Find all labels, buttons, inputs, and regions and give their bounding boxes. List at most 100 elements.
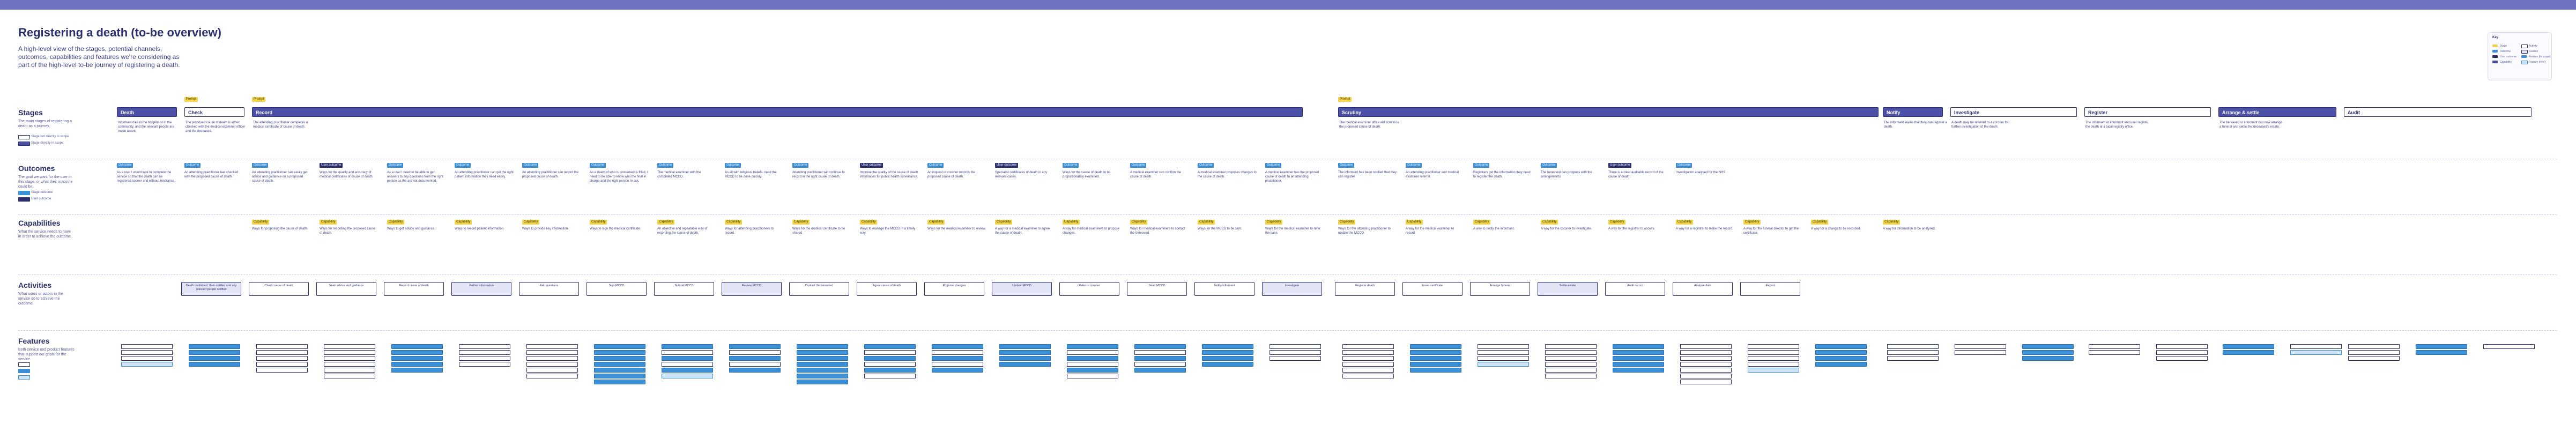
feature-item[interactable] xyxy=(1680,350,1732,355)
feature-item[interactable] xyxy=(1680,362,1732,367)
feature-item[interactable] xyxy=(1342,356,1394,361)
feature-item[interactable] xyxy=(1545,350,1597,355)
feature-item[interactable] xyxy=(2089,344,2140,349)
feature-item[interactable] xyxy=(662,368,713,373)
feature-item[interactable] xyxy=(1478,344,1529,349)
feature-item[interactable] xyxy=(864,344,916,349)
activity-card[interactable]: Review MCCD xyxy=(722,282,782,296)
activity-card[interactable]: Contact the bereaved xyxy=(789,282,849,296)
feature-item[interactable] xyxy=(1342,368,1394,373)
activity-card[interactable]: Agree cause of death xyxy=(857,282,917,296)
feature-item[interactable] xyxy=(1613,362,1664,367)
feature-item[interactable] xyxy=(594,344,645,349)
feature-item[interactable] xyxy=(797,368,848,373)
feature-item[interactable] xyxy=(797,344,848,349)
feature-item[interactable] xyxy=(324,374,375,378)
activity-card[interactable]: Refer to coroner xyxy=(1059,282,1119,296)
feature-item[interactable] xyxy=(1748,344,1799,349)
feature-item[interactable] xyxy=(1680,368,1732,373)
feature-item[interactable] xyxy=(1545,374,1597,378)
activity-card[interactable]: Notify informant xyxy=(1194,282,1254,296)
feature-item[interactable] xyxy=(932,350,983,355)
feature-item[interactable] xyxy=(324,368,375,373)
feature-item[interactable] xyxy=(1410,356,1461,361)
feature-item[interactable] xyxy=(1545,344,1597,349)
feature-item[interactable] xyxy=(526,368,578,373)
feature-item[interactable] xyxy=(256,344,308,349)
feature-item[interactable] xyxy=(662,362,713,367)
feature-item[interactable] xyxy=(864,350,916,355)
activity-card[interactable]: Submit MCCD xyxy=(654,282,714,296)
feature-item[interactable] xyxy=(1270,350,1321,355)
feature-item[interactable] xyxy=(594,350,645,355)
feature-item[interactable] xyxy=(1545,362,1597,367)
feature-item[interactable] xyxy=(1613,368,1664,373)
feature-item[interactable] xyxy=(2348,344,2400,349)
feature-item[interactable] xyxy=(797,350,848,355)
feature-item[interactable] xyxy=(662,356,713,361)
activity-card[interactable]: Analyse data xyxy=(1673,282,1733,296)
feature-item[interactable] xyxy=(2156,350,2208,355)
feature-item[interactable] xyxy=(1342,362,1394,367)
feature-item[interactable] xyxy=(1680,374,1732,378)
feature-item[interactable] xyxy=(594,374,645,378)
feature-item[interactable] xyxy=(256,368,308,373)
activity-card[interactable]: Settle estate xyxy=(1538,282,1598,296)
feature-item[interactable] xyxy=(324,356,375,361)
activity-card[interactable]: Arrange funeral xyxy=(1470,282,1530,296)
feature-item[interactable] xyxy=(1134,350,1186,355)
feature-item[interactable] xyxy=(459,356,510,361)
feature-item[interactable] xyxy=(1613,344,1664,349)
feature-item[interactable] xyxy=(1410,344,1461,349)
feature-item[interactable] xyxy=(2290,350,2342,355)
feature-item[interactable] xyxy=(1680,344,1732,349)
feature-item[interactable] xyxy=(2483,344,2535,349)
feature-item[interactable] xyxy=(1134,344,1186,349)
feature-item[interactable] xyxy=(729,344,781,349)
feature-item[interactable] xyxy=(2022,350,2074,355)
feature-item[interactable] xyxy=(459,344,510,349)
feature-item[interactable] xyxy=(1270,356,1321,361)
feature-item[interactable] xyxy=(864,368,916,373)
feature-item[interactable] xyxy=(2089,350,2140,355)
feature-item[interactable] xyxy=(932,344,983,349)
feature-item[interactable] xyxy=(1067,368,1118,373)
feature-item[interactable] xyxy=(1545,368,1597,373)
activity-card[interactable]: Register death xyxy=(1335,282,1395,296)
feature-item[interactable] xyxy=(2348,350,2400,355)
feature-item[interactable] xyxy=(121,356,173,361)
feature-item[interactable] xyxy=(391,350,443,355)
feature-item[interactable] xyxy=(391,362,443,367)
feature-item[interactable] xyxy=(1410,362,1461,367)
feature-item[interactable] xyxy=(1342,350,1394,355)
feature-item[interactable] xyxy=(121,362,173,367)
feature-item[interactable] xyxy=(1613,356,1664,361)
activity-card[interactable]: Gather information xyxy=(451,282,511,296)
feature-item[interactable] xyxy=(2223,344,2274,349)
feature-item[interactable] xyxy=(1067,374,1118,378)
feature-item[interactable] xyxy=(797,380,848,384)
feature-item[interactable] xyxy=(1202,362,1253,367)
feature-item[interactable] xyxy=(2223,350,2274,355)
feature-item[interactable] xyxy=(999,344,1051,349)
feature-item[interactable] xyxy=(189,356,240,361)
feature-item[interactable] xyxy=(1134,356,1186,361)
feature-item[interactable] xyxy=(2290,344,2342,349)
feature-item[interactable] xyxy=(1955,344,2006,349)
feature-item[interactable] xyxy=(2156,344,2208,349)
feature-item[interactable] xyxy=(999,356,1051,361)
feature-item[interactable] xyxy=(256,362,308,367)
feature-item[interactable] xyxy=(864,362,916,367)
feature-item[interactable] xyxy=(1067,344,1118,349)
activity-card[interactable]: Investigate xyxy=(1262,282,1322,296)
feature-item[interactable] xyxy=(324,362,375,367)
feature-item[interactable] xyxy=(1067,362,1118,367)
feature-item[interactable] xyxy=(526,350,578,355)
feature-item[interactable] xyxy=(1815,356,1867,361)
feature-item[interactable] xyxy=(391,344,443,349)
feature-item[interactable] xyxy=(1202,350,1253,355)
feature-item[interactable] xyxy=(932,368,983,373)
feature-item[interactable] xyxy=(999,350,1051,355)
feature-item[interactable] xyxy=(1342,344,1394,349)
feature-item[interactable] xyxy=(2416,344,2467,349)
